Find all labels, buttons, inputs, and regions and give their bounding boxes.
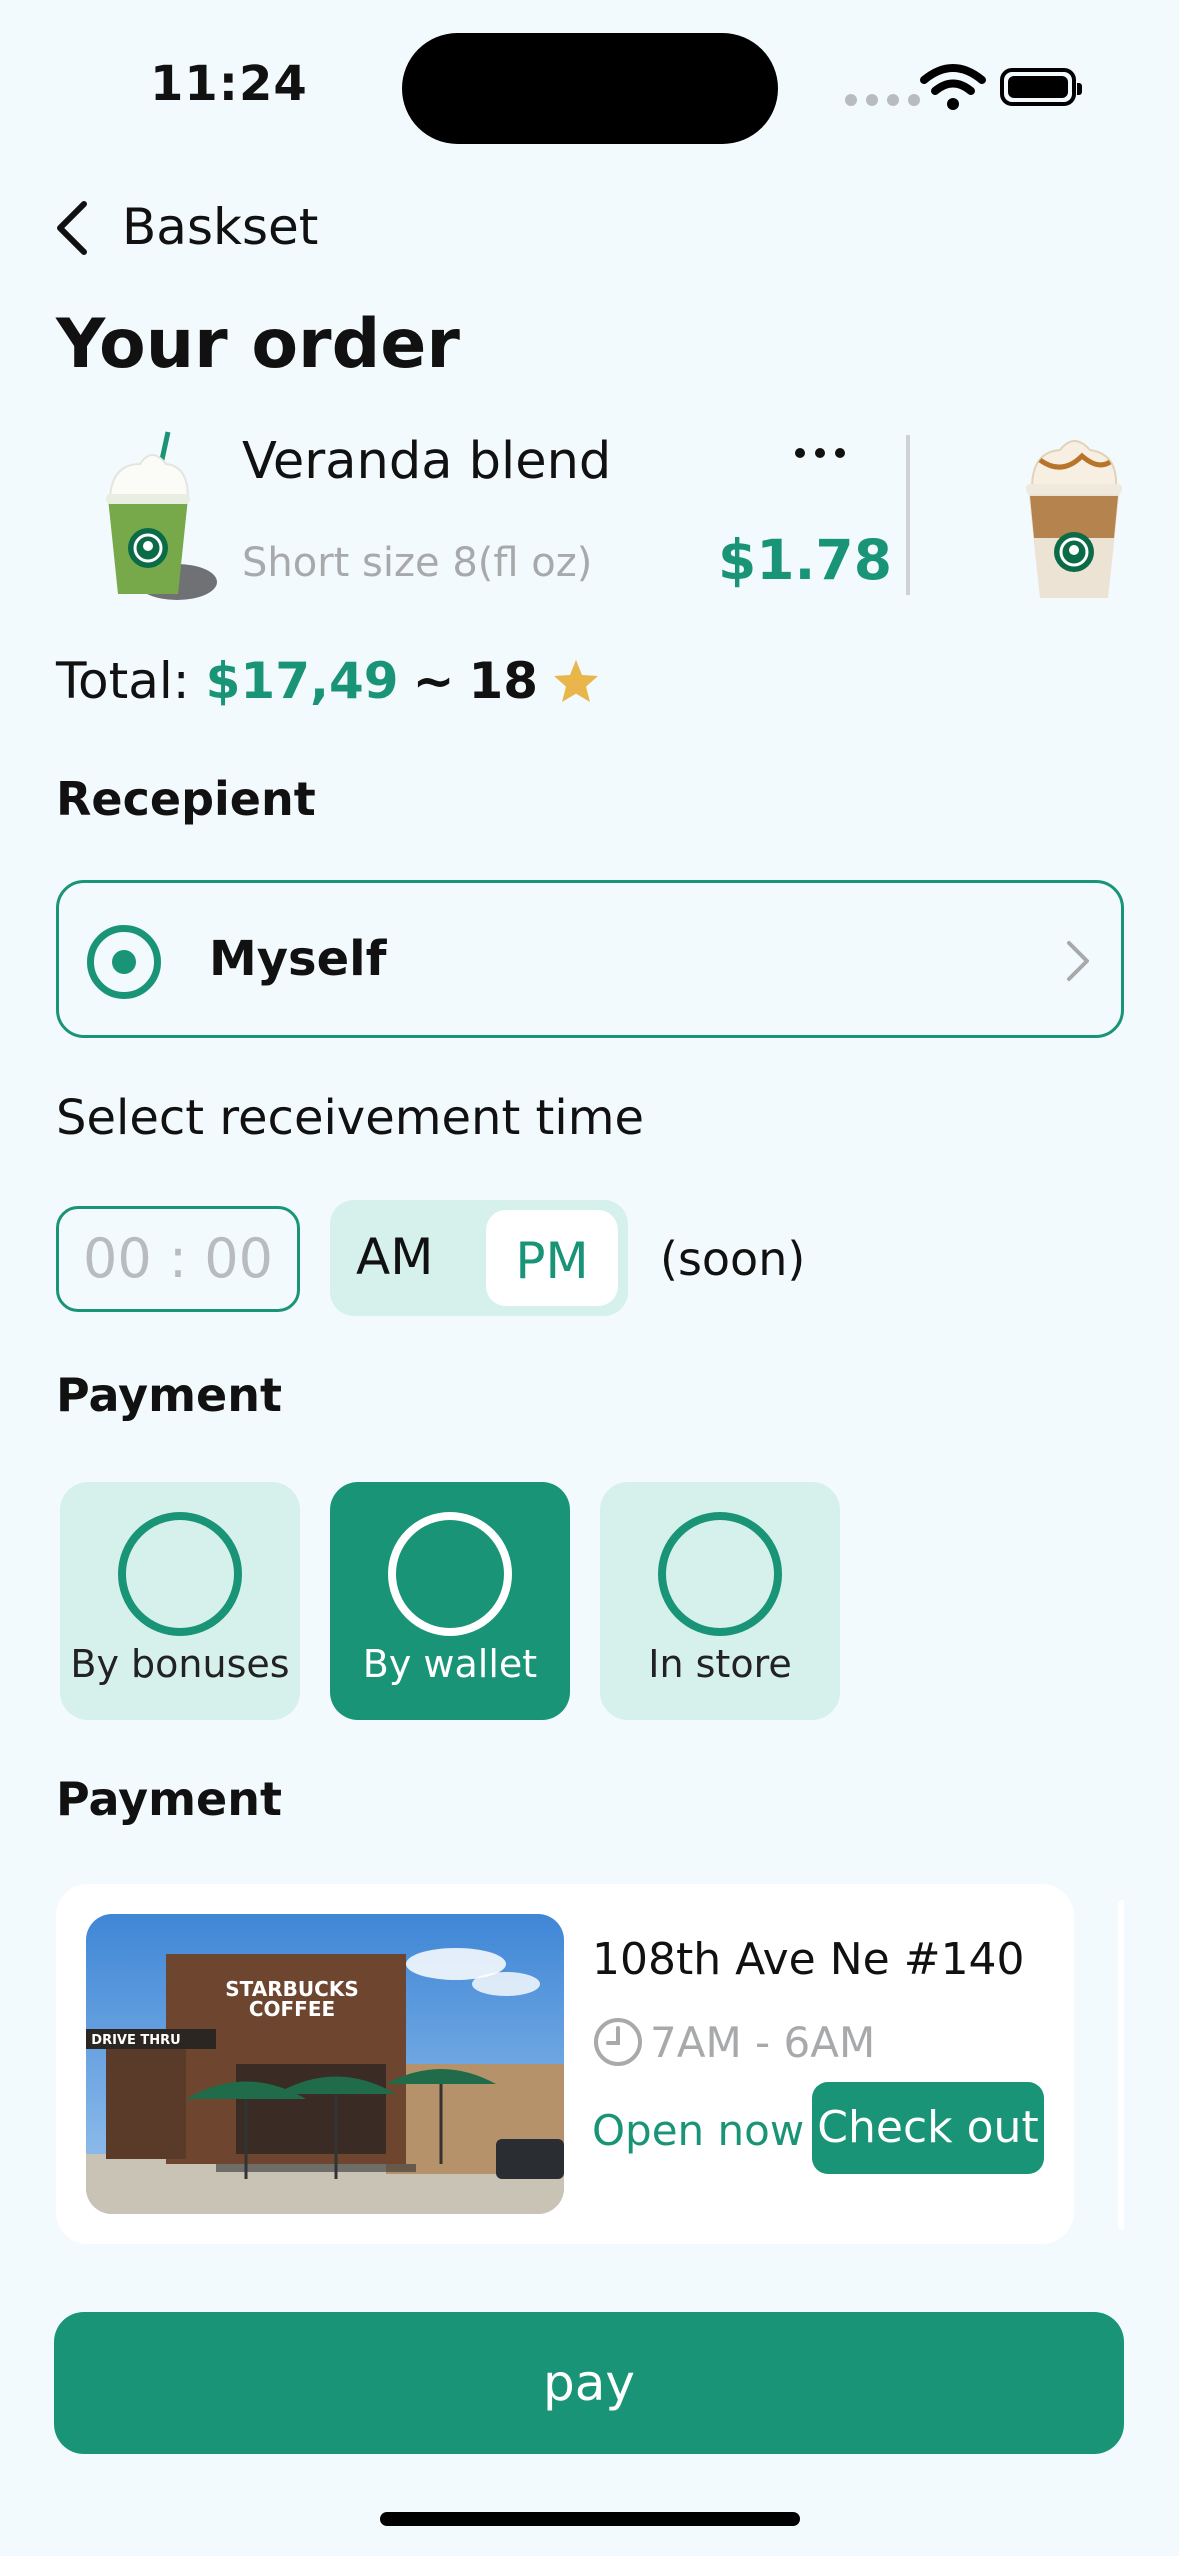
store-card[interactable]: STARBUCKS COFFEE DRIVE THRU 108th Ave Ne… [56,1884,1074,2244]
item-name: Veranda blend [242,432,612,491]
radio-icon [658,1512,782,1636]
pay-option-label: By bonuses [70,1642,290,1686]
payment-section-title: Payment [56,1368,282,1422]
radio-icon [118,1512,242,1636]
am-option[interactable]: AM [356,1228,433,1286]
back-button-label[interactable]: Baskset [122,198,318,256]
store-address: 108th Ave Ne #140 [592,1934,1025,1985]
checkout-button[interactable]: Check out [812,2082,1044,2174]
pay-button[interactable]: pay [54,2312,1124,2454]
pm-option[interactable]: PM [486,1210,618,1306]
radio-selected-icon[interactable] [87,925,161,999]
back-chevron-icon[interactable] [52,200,92,256]
pay-option-in-store[interactable]: In store [600,1482,840,1720]
store-status: Open now [592,2106,805,2155]
total-separator: ~ [412,652,455,710]
wifi-icon [920,64,986,110]
receivement-time-label: Select receivement time [56,1090,644,1146]
next-store-card-edge[interactable] [1118,1900,1124,2230]
matcha-frappuccino-image [106,431,217,600]
order-total: Total: $17,49 ~ 18 [56,652,600,710]
total-amount: $17,49 [205,652,399,710]
store-section-title: Payment [56,1772,282,1826]
cellular-signal-icon [845,94,920,106]
total-stars: 18 [468,652,539,710]
item-size: Short size 8(fl oz) [242,540,593,586]
radio-icon [388,1512,512,1636]
item-price: $1.78 [718,528,892,592]
dynamic-island [402,33,778,144]
star-icon [554,660,599,702]
store-photo: STARBUCKS COFFEE DRIVE THRU [86,1914,564,2214]
pm-option-label: PM [515,1232,589,1290]
store-hours-row: 7AM - 6AM [592,2016,875,2068]
item-divider [906,435,910,595]
clock-icon [594,2018,642,2066]
page-title: Your order [56,305,460,384]
drive-thru-sign: DRIVE THRU [91,2033,180,2048]
home-indicator[interactable] [380,2512,800,2526]
time-note: (soon) [660,1232,806,1286]
status-time: 11:24 [150,56,308,112]
battery-icon [1000,68,1082,106]
time-input[interactable]: 00 : 00 [56,1206,300,1312]
am-pm-toggle[interactable]: AM PM [330,1200,628,1316]
pay-option-wallet[interactable]: By wallet [330,1482,570,1720]
more-options-icon[interactable] [795,448,845,458]
chevron-right-icon [1067,941,1089,981]
pay-option-label: By wallet [362,1642,538,1686]
recipient-section-title: Recepient [56,772,316,826]
pay-option-bonuses[interactable]: By bonuses [60,1482,300,1720]
store-hours: 7AM - 6AM [650,2017,876,2067]
recipient-name: Myself [209,931,387,987]
recipient-selector[interactable]: Myself [56,880,1124,1038]
total-label: Total: [56,652,190,710]
store-sign-line2: COFFEE [249,1997,335,2021]
pay-option-label: In store [648,1642,792,1686]
caramel-frappuccino-image [1026,440,1122,598]
